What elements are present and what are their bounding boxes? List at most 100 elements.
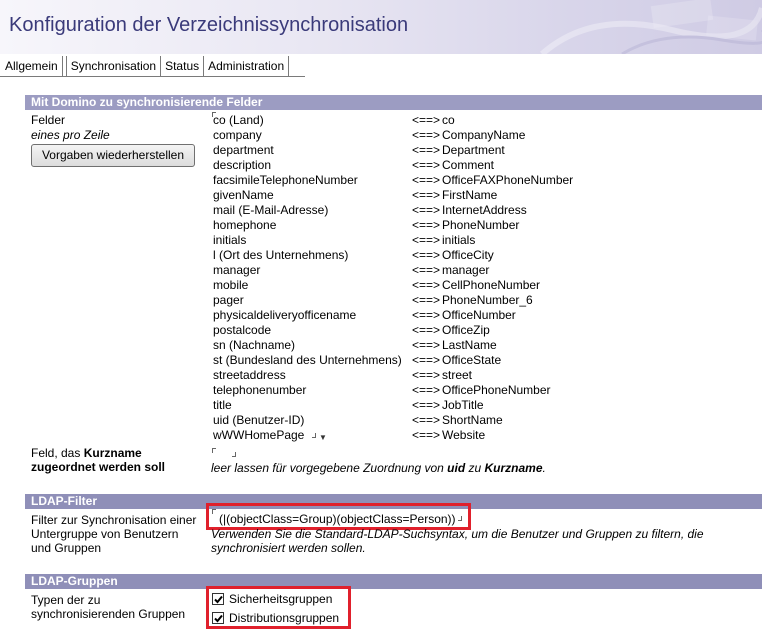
distribution-groups-checkbox[interactable] (212, 612, 224, 624)
domino-field: initials (442, 233, 476, 247)
field-mapping-row: initials <==> initials (213, 232, 758, 247)
domino-field: manager (442, 263, 490, 277)
field-mapping-row: physicaldeliveryofficename <==> OfficeNumb… (213, 307, 758, 322)
ldap-attribute: postalcode (213, 323, 272, 337)
ldap-attribute: manager (213, 263, 261, 277)
mapping-arrow: <==> (412, 128, 441, 142)
ldap-attribute: telephonenumber (213, 383, 307, 397)
mapping-arrow: <==> (412, 353, 441, 367)
distribution-groups-label: Distributionsgruppen (229, 611, 340, 625)
ldap-attribute: department (213, 143, 274, 157)
shortname-hint: leer lassen für vorgegebene Zuordnung vo… (211, 461, 546, 475)
mapping-arrow: <==> (412, 413, 441, 427)
mapping-arrow: <==> (412, 113, 441, 127)
domino-field: OfficeFAXPhoneNumber (442, 173, 574, 187)
mapping-arrow: <==> (412, 398, 441, 412)
domino-field: JobTitle (442, 398, 484, 412)
ldap-filter-label-3: und Gruppen (31, 541, 102, 555)
mapping-arrow: <==> (412, 368, 441, 382)
tab-status[interactable]: Status (161, 56, 205, 76)
ldap-filter-input[interactable]: (|(objectClass=Group)(objectClass=Person… (219, 513, 456, 526)
ldap-filter-hint-1: Verwenden Sie die Standard-LDAP-Suchsynt… (211, 527, 704, 541)
shortname-field-label: Feld, das Kurzname (31, 446, 142, 460)
tab-administration[interactable]: Administration (204, 56, 290, 76)
mapping-arrow: <==> (412, 218, 441, 232)
domino-field: OfficeNumber (442, 308, 516, 322)
filter-input-start (212, 509, 216, 514)
banner-decoration (540, 0, 762, 54)
fields-label: Felder (31, 113, 66, 127)
ldap-attribute: physicaldeliveryofficename (213, 308, 357, 322)
field-mapping-row: wWWHomePage <==> Website (213, 427, 758, 442)
shortname-input-end[interactable] (232, 452, 236, 457)
ldap-filter-label-2: Untergruppe von Benutzern (31, 527, 179, 541)
domino-field: CompanyName (442, 128, 526, 142)
reset-defaults-button[interactable]: Vorgaben wiederherstellen (31, 144, 195, 167)
ldap-attribute: wWWHomePage (213, 428, 305, 442)
mapping-arrow: <==> (412, 323, 441, 337)
ldap-attribute: company (213, 128, 262, 142)
shortname-input-start[interactable] (212, 448, 216, 453)
mapping-arrow: <==> (412, 143, 441, 157)
group-types-label-2: synchronisierenden Gruppen (31, 607, 186, 621)
security-groups-label: Sicherheitsgruppen (229, 592, 333, 606)
field-mapping-row: st (Bundesland des Unternehmens) <==> Offi… (213, 352, 758, 367)
ldap-filter-label-1: Filter zur Synchronisation einer (31, 513, 197, 527)
section-header-fields: Mit Domino zu synchronisierende Felder (25, 95, 762, 110)
domino-field: OfficeCity (442, 248, 494, 262)
mapping-arrow: <==> (412, 158, 441, 172)
domino-field: Website (442, 428, 486, 442)
domino-field: ShortName (442, 413, 503, 427)
field-mapping-row: homephone <==> PhoneNumber (213, 217, 758, 232)
mapping-arrow: <==> (412, 293, 441, 307)
field-mapping-row: manager <==> manager (213, 262, 758, 277)
shortname-field-label-2: zugeordnet werden soll (31, 460, 166, 474)
mapping-arrow: <==> (412, 263, 441, 277)
ldap-attribute: sn (Nachname) (213, 338, 296, 352)
checkmark-icon (214, 614, 223, 623)
domino-field: CellPhoneNumber (442, 278, 541, 292)
mapping-arrow: <==> (412, 233, 441, 247)
field-mapping-row: pager <==> PhoneNumber_6 (213, 292, 758, 307)
domino-field: PhoneNumber_6 (442, 293, 533, 307)
tab-allgemein[interactable]: Allgemein (0, 56, 63, 76)
ldap-attribute: pager (213, 293, 244, 307)
mapping-arrow: <==> (412, 308, 441, 322)
field-mapping-row: title <==> JobTitle (213, 397, 758, 412)
checkmark-icon (214, 595, 223, 604)
field-mapping-row: mobile <==> CellPhoneNumber (213, 277, 758, 292)
domino-field: OfficeZip (442, 323, 490, 337)
ldap-attribute: description (213, 158, 272, 172)
ldap-attribute: initials (213, 233, 247, 247)
domino-field: OfficeState (442, 353, 502, 367)
field-mapping-row: postalcode <==> OfficeZip (213, 322, 758, 337)
ldap-attribute: st (Bundesland des Unternehmens) (213, 353, 402, 367)
mapping-arrow: <==> (412, 248, 441, 262)
ldap-attribute: mobile (213, 278, 249, 292)
mapping-arrow: <==> (412, 278, 441, 292)
ldap-attribute: co (Land) (213, 113, 264, 127)
page-title: Konfiguration der Verzeichnissynchronisa… (9, 14, 409, 36)
ldap-attribute: streetaddress (213, 368, 286, 382)
fields-hint: eines pro Zeile (31, 128, 110, 142)
section-header-ldap-groups: LDAP-Gruppen (25, 574, 762, 589)
tab-synchronisation[interactable]: Synchronisation (65, 56, 162, 76)
ldap-attribute: facsimileTelephoneNumber (213, 173, 358, 187)
field-mapping-row: facsimileTelephoneNumber <==> OfficeFAXPho… (213, 172, 758, 187)
field-mapping-row: streetaddress <==> street (213, 367, 758, 382)
mapping-arrow: <==> (412, 188, 441, 202)
ldap-attribute: l (Ort des Unternehmens) (213, 248, 349, 262)
domino-field: co (442, 113, 455, 127)
ldap-attribute: uid (Benutzer-ID) (213, 413, 305, 427)
chevron-down-icon[interactable]: ▼ (319, 433, 327, 442)
field-mapping-row: description <==> Comment (213, 157, 758, 172)
mapping-arrow: <==> (412, 173, 441, 187)
ldap-attribute: homephone (213, 218, 277, 232)
group-types-label-1: Typen der zu (31, 593, 101, 607)
tab-divider (0, 76, 305, 77)
tab-bar: Allgemein Synchronisation Status Adminis… (0, 56, 290, 76)
security-groups-checkbox[interactable] (212, 593, 224, 605)
mapping-arrow: <==> (412, 383, 441, 397)
field-mapping-row: l (Ort des Unternehmens) <==> OfficeCity (213, 247, 758, 262)
mapping-arrow: <==> (412, 428, 441, 442)
